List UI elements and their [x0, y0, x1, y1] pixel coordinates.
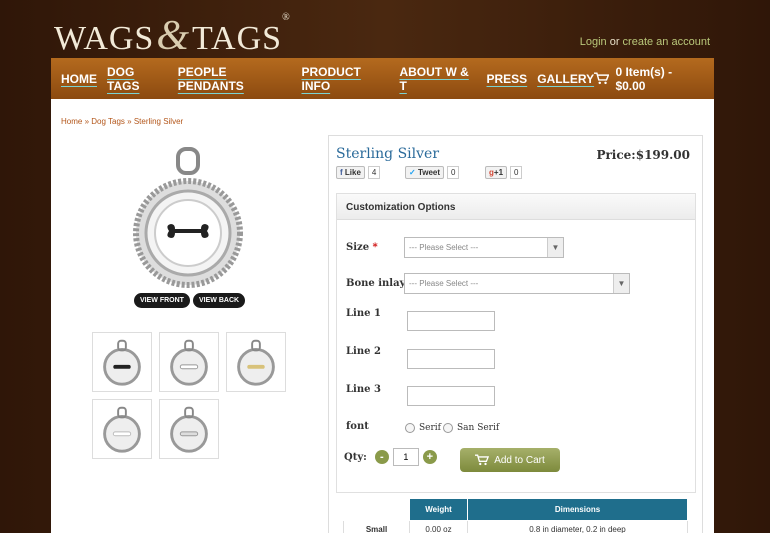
tweet-button[interactable]: ✓ Tweet [405, 166, 445, 179]
plus-one-button[interactable]: g+1 [485, 166, 508, 179]
like-label: Like [344, 168, 361, 177]
spec-header-blank [343, 498, 410, 521]
breadcrumb-current[interactable]: Sterling Silver [134, 117, 183, 126]
breadcrumb-home[interactable]: Home [61, 117, 82, 126]
line2-input[interactable] [407, 349, 495, 369]
twitter-icon: ✓ [409, 168, 416, 177]
logo-word-tags: TAGS [192, 20, 283, 57]
line1-input[interactable] [407, 311, 495, 331]
nav-item-home[interactable]: HOME [61, 72, 97, 86]
table-row: Small 0.00 oz 0.8 in diameter, 0.2 in de… [343, 520, 688, 533]
account-links: Login or create an account [580, 36, 710, 48]
quantity-stepper: Qty: - 1 + [344, 448, 437, 466]
radio-icon [443, 423, 453, 433]
cart-icon [475, 454, 490, 466]
main-nav: HOME DOG TAGS PEOPLE PENDANTS PRODUCT IN… [51, 58, 714, 99]
radio-icon [405, 423, 415, 433]
bone-inlay-select-value: --- Please Select --- [409, 279, 479, 288]
spec-weight-cell: 0.00 oz [409, 520, 468, 533]
size-select[interactable]: --- Please Select --- ▼ [404, 237, 564, 258]
facebook-like-button[interactable]: f Like [336, 166, 365, 179]
font-label: font [346, 421, 369, 432]
logo-word-wags: WAGS [54, 20, 155, 57]
qty-increase-button[interactable]: + [422, 450, 437, 464]
breadcrumb-sep: » [84, 117, 90, 126]
font-option-san-serif[interactable]: San Serif [443, 423, 499, 433]
spec-header-dimensions: Dimensions [467, 498, 688, 521]
thumbnail-image [237, 339, 275, 386]
thumbnail-image [103, 406, 141, 453]
google-plus[interactable]: g+1 0 [485, 166, 523, 179]
breadcrumb: Home » Dog Tags » Sterling Silver [61, 117, 183, 126]
line3-input[interactable] [407, 386, 495, 406]
nav-item-about[interactable]: ABOUT W & T [399, 65, 476, 93]
like-count: 4 [367, 166, 381, 179]
product-main-image [133, 147, 243, 288]
line2-label: Line 2 [346, 346, 381, 357]
cart-summary[interactable]: 0 Item(s) - $0.00 [594, 65, 702, 93]
plus-count: 0 [510, 166, 523, 179]
product-panel: Sterling Silver Price:$199.00 f Like 4 ✓… [328, 135, 703, 533]
twitter-tweet[interactable]: ✓ Tweet 0 [405, 166, 460, 179]
size-label: Size * [346, 242, 378, 253]
product-price: Price:$199.00 [596, 148, 690, 162]
thumbnail-image [103, 339, 141, 386]
bone-inlay-select[interactable]: --- Please Select --- ▼ [404, 273, 630, 294]
size-select-value: --- Please Select --- [409, 243, 479, 252]
logo-ampersand: & [156, 13, 191, 59]
thumbnail-image [170, 339, 208, 386]
product-thumbnail[interactable] [226, 332, 286, 392]
breadcrumb-sep: » [127, 117, 132, 126]
thumbnail-image [170, 406, 208, 453]
login-link[interactable]: Login [580, 36, 607, 48]
spec-dimensions-cell: 0.8 in diameter, 0.2 in deep [467, 520, 688, 533]
nav-item-gallery[interactable]: GALLERY [537, 72, 594, 86]
facebook-icon: f [340, 168, 343, 177]
nav-item-dog-tags[interactable]: DOG TAGS [107, 65, 168, 93]
product-thumbnail[interactable] [92, 399, 152, 459]
spec-header-row: Weight Dimensions [343, 498, 688, 521]
breadcrumb-category[interactable]: Dog Tags [91, 117, 125, 126]
product-thumbnail[interactable] [92, 332, 152, 392]
tweet-label: Tweet [417, 168, 441, 177]
add-to-cart-button[interactable]: Add to Cart [460, 448, 560, 472]
font-option-serif[interactable]: Serif [405, 423, 441, 433]
line3-label: Line 3 [346, 384, 381, 395]
customization-heading: Customization Options [337, 194, 695, 220]
spec-header-weight: Weight [409, 498, 468, 521]
view-front-button[interactable]: VIEW FRONT [134, 293, 190, 308]
nav-item-press[interactable]: PRESS [487, 72, 528, 86]
cart-icon [594, 72, 610, 85]
product-title: Sterling Silver [336, 146, 440, 162]
spec-table: Weight Dimensions Small 0.00 oz 0.8 in d… [343, 498, 688, 533]
qty-decrease-button[interactable]: - [374, 450, 389, 464]
logo-registered: ® [282, 12, 291, 23]
spec-size-cell: Small [343, 520, 410, 533]
tweet-count: 0 [447, 166, 460, 179]
nav-item-product-info[interactable]: PRODUCT INFO [301, 65, 389, 93]
chevron-down-icon: ▼ [613, 274, 629, 293]
nav-item-people-pendants[interactable]: PEOPLE PENDANTS [178, 65, 292, 93]
add-to-cart-label: Add to Cart [494, 454, 545, 466]
qty-input[interactable]: 1 [392, 448, 419, 466]
line1-label: Line 1 [346, 308, 381, 319]
plus-label: +1 [493, 168, 504, 177]
font-option-serif-label: Serif [419, 423, 442, 433]
account-or-text: or [609, 36, 620, 48]
chevron-down-icon: ▼ [547, 238, 563, 257]
facebook-like[interactable]: f Like 4 [336, 166, 381, 179]
product-thumbnail[interactable] [159, 332, 219, 392]
view-back-button[interactable]: VIEW BACK [193, 293, 246, 308]
qty-label: Qty: [344, 451, 367, 463]
product-thumbnail[interactable] [159, 399, 219, 459]
font-option-san-serif-label: San Serif [457, 423, 500, 433]
page-content: Home » Dog Tags » Sterling Silver VIEW F… [51, 99, 714, 533]
create-account-link[interactable]: create an account [623, 36, 710, 48]
site-logo[interactable]: WAGS&TAGS® [54, 12, 291, 60]
cart-total: 0 Item(s) - $0.00 [615, 64, 673, 93]
